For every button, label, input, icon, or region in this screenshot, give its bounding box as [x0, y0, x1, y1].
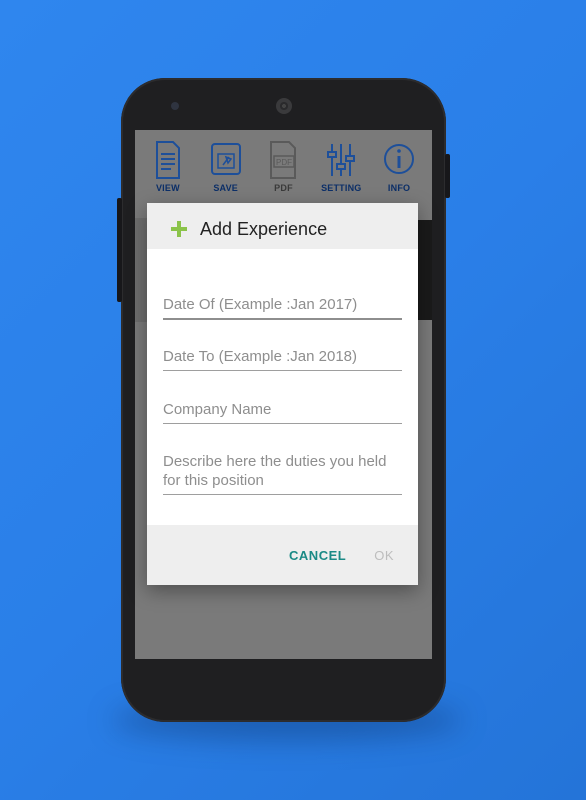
- pdf-file-icon: PDF: [270, 141, 297, 179]
- svg-text:PDF: PDF: [276, 158, 292, 167]
- date-to-placeholder: Date To (Example :Jan 2018): [163, 348, 357, 365]
- earpiece-speaker: [276, 98, 292, 114]
- date-from-placeholder: Date Of (Example :Jan 2017): [163, 296, 358, 313]
- date-to-field[interactable]: Date To (Example :Jan 2018): [163, 347, 402, 371]
- toolbar-view-label: VIEW: [155, 183, 180, 193]
- dialog-header: Add Experience: [147, 203, 418, 249]
- save-pin-icon: [210, 143, 241, 175]
- volume-button: [117, 198, 122, 302]
- duties-description-placeholder: Describe here the duties you held for th…: [163, 453, 387, 489]
- toolbar-setting-label: SETTING: [321, 183, 362, 193]
- dialog-title: Add Experience: [200, 218, 328, 239]
- power-button: [445, 154, 450, 198]
- toolbar-info-button[interactable]: INFO: [371, 140, 427, 193]
- toolbar-setting-button[interactable]: SETTING: [313, 140, 369, 193]
- toolbar-view-button[interactable]: VIEW: [140, 140, 196, 193]
- front-camera: [171, 102, 179, 110]
- toolbar-pdf-button[interactable]: PDF PDF: [255, 140, 311, 193]
- company-name-placeholder: Company Name: [163, 401, 272, 418]
- add-experience-dialog: Add Experience Date Of (Example :Jan 201…: [147, 203, 418, 585]
- cancel-button[interactable]: CANCEL: [289, 548, 346, 563]
- toolbar-save-button[interactable]: SAVE: [198, 140, 254, 193]
- plus-icon: [171, 221, 187, 237]
- sliders-icon: [327, 144, 356, 176]
- ok-button[interactable]: OK: [374, 548, 394, 563]
- company-name-field[interactable]: Company Name: [163, 400, 402, 424]
- toolbar: VIEW SAVE PDF PDF SETTING INFO: [135, 130, 432, 200]
- toolbar-pdf-label: PDF: [274, 183, 293, 193]
- toolbar-save-label: SAVE: [213, 183, 238, 193]
- duties-description-field[interactable]: Describe here the duties you held for th…: [163, 452, 402, 495]
- info-icon: [384, 144, 415, 174]
- document-view-icon: [155, 141, 180, 179]
- date-from-field[interactable]: Date Of (Example :Jan 2017): [163, 295, 402, 320]
- dialog-footer: CANCEL OK: [147, 525, 418, 585]
- toolbar-info-label: INFO: [387, 183, 411, 193]
